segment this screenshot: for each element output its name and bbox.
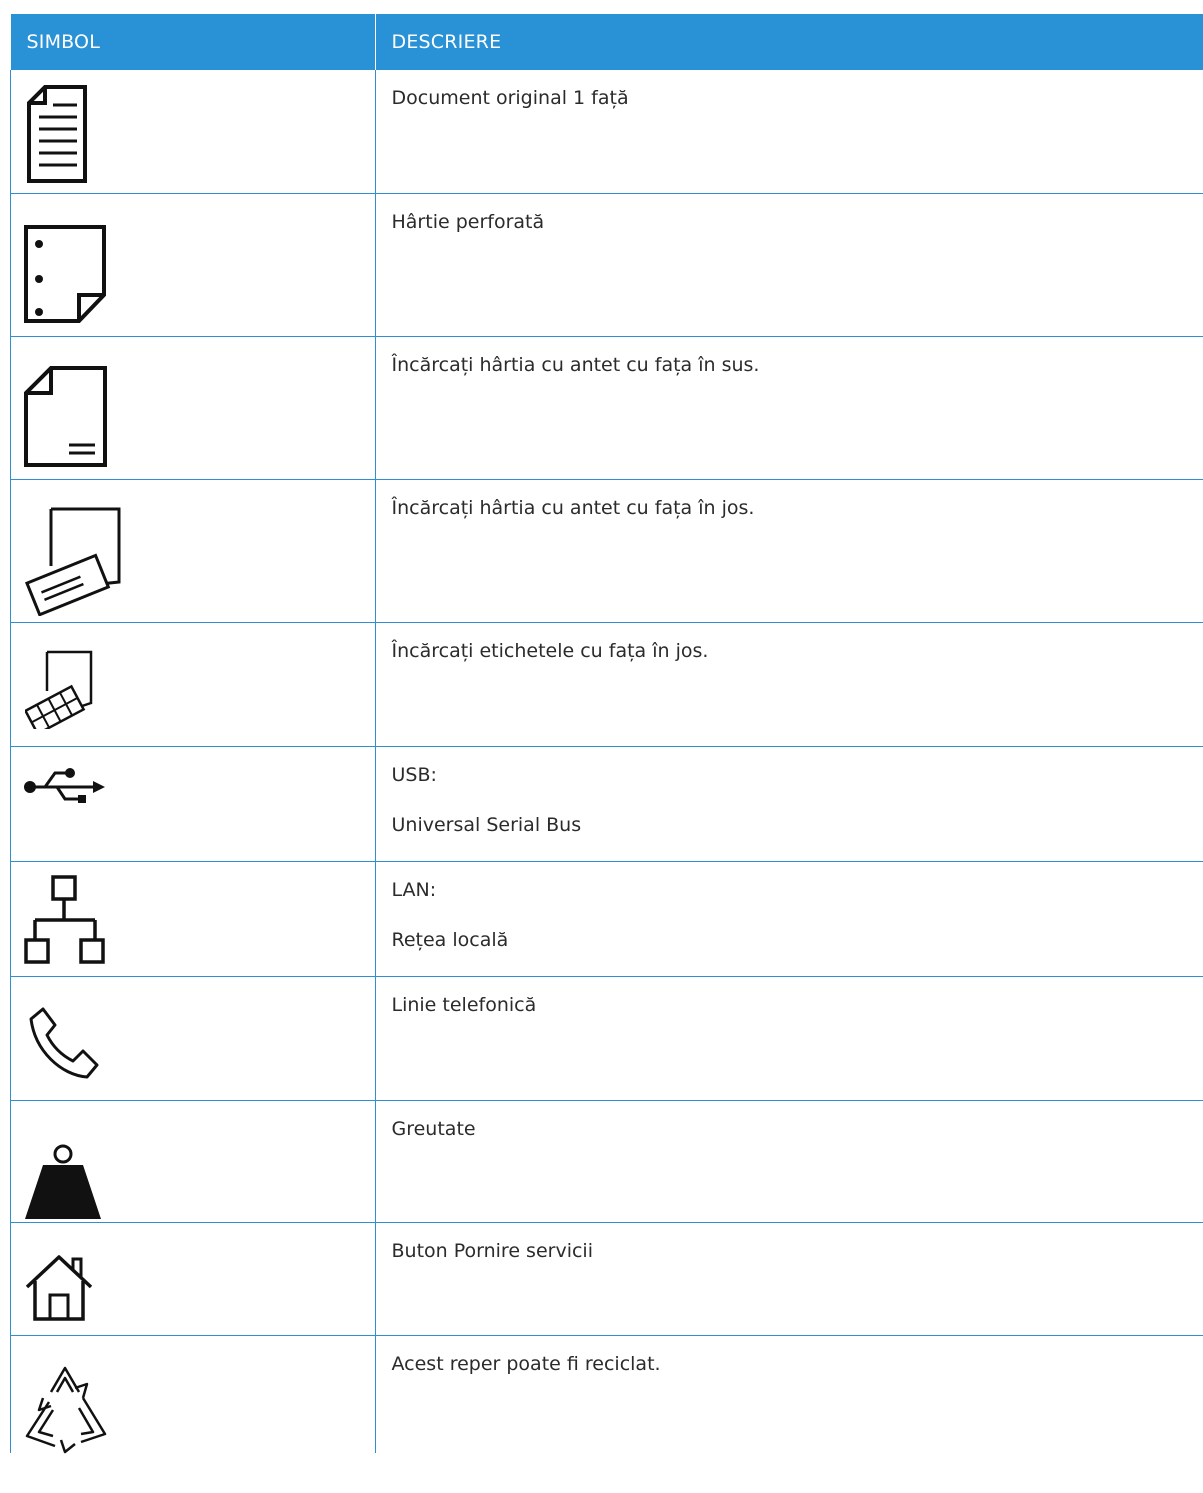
description-cell: Hârtie perforată (374, 193, 1203, 337)
recycle-icon (21, 1362, 111, 1454)
symbol-cell (10, 193, 375, 337)
symbol-cell (10, 976, 375, 1101)
description-cell: Încărcați hârtia cu antet cu fața în sus… (374, 336, 1203, 480)
description-text: USB: (391, 763, 437, 786)
telephone-line-icon (25, 1005, 101, 1081)
table-row: Acest reper poate fi reciclat. (10, 1335, 1203, 1454)
description-cell: Greutate (374, 1100, 1203, 1223)
table-row: LAN: Rețea locală (10, 861, 1203, 977)
description-text: Greutate (391, 1117, 476, 1140)
table-row: Încărcați hârtia cu antet cu fața în jos… (10, 479, 1203, 623)
description-text: Universal Serial Bus (391, 813, 582, 836)
header-description: DESCRIERE (375, 14, 1203, 70)
symbol-cell (10, 336, 375, 480)
table-row: Hârtie perforată (10, 193, 1203, 337)
one-sided-original-icon (25, 84, 89, 184)
symbol-cell (10, 70, 375, 194)
symbol-cell (10, 861, 375, 977)
symbol-cell (10, 1100, 375, 1223)
description-text: Rețea locală (391, 928, 509, 951)
description-text: Încărcați etichetele cu fața în jos. (391, 639, 709, 662)
table-row: Linie telefonică (10, 976, 1203, 1101)
description-cell: Document original 1 față (374, 70, 1203, 194)
symbol-cell (10, 622, 375, 747)
table-row: Buton Pornire servicii (10, 1222, 1203, 1336)
usb-icon (23, 765, 107, 809)
table-row: Document original 1 față (10, 70, 1203, 194)
letterhead-face-up-icon (23, 365, 109, 469)
description-cell: LAN: Rețea locală (374, 861, 1203, 977)
labels-face-down-icon (25, 649, 95, 729)
letterhead-face-down-icon (23, 506, 123, 616)
weight-icon (21, 1143, 105, 1221)
description-cell: Acest reper poate fi reciclat. (374, 1335, 1203, 1453)
header-symbol: SIMBOL (10, 14, 376, 70)
symbol-cell (10, 746, 375, 862)
description-text: Hârtie perforată (391, 210, 545, 233)
description-cell: Încărcați hârtia cu antet cu fața în jos… (374, 479, 1203, 623)
punched-paper-icon (23, 224, 109, 324)
description-cell: Linie telefonică (374, 976, 1203, 1101)
services-home-icon (23, 1251, 95, 1323)
description-cell: USB: Universal Serial Bus (374, 746, 1203, 862)
symbol-cell (10, 479, 375, 623)
description-text: Încărcați hârtia cu antet cu fața în jos… (391, 496, 755, 519)
description-cell: Buton Pornire servicii (374, 1222, 1203, 1336)
lan-icon (23, 874, 107, 966)
symbols-table: SIMBOL DESCRIERE Document original 1 faț… (10, 14, 1203, 1453)
description-text: Document original 1 față (391, 87, 629, 109)
description-text: Încărcați hârtia cu antet cu fața în sus… (391, 353, 760, 376)
description-text: Linie telefonică (391, 993, 537, 1016)
table-row: Încărcați hârtia cu antet cu fața în sus… (10, 336, 1203, 480)
description-text: LAN: (391, 878, 437, 901)
table-row: Încărcați etichetele cu fața în jos. (10, 622, 1203, 747)
symbol-cell (10, 1222, 375, 1336)
table-header-row: SIMBOL DESCRIERE (10, 14, 1203, 70)
description-text: Acest reper poate fi reciclat. (391, 1352, 661, 1375)
table-row: Greutate (10, 1100, 1203, 1223)
description-cell: Încărcați etichetele cu fața în jos. (374, 622, 1203, 747)
description-text: Buton Pornire servicii (391, 1239, 594, 1262)
symbol-cell (10, 1335, 375, 1454)
table-row: USB: Universal Serial Bus (10, 746, 1203, 862)
